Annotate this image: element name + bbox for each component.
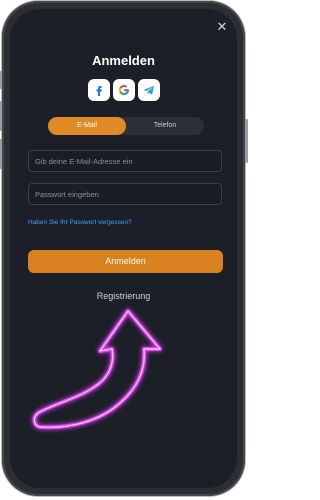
phone-volume-down-button <box>0 139 2 169</box>
phone-power-button <box>245 119 248 163</box>
arrow-annotation-icon <box>32 309 162 430</box>
phone-side-button <box>0 71 2 89</box>
phone-frame: ✕ Anmelden E-Mail Telefon Gib deine E-Ma… <box>0 1 248 496</box>
login-screen: ✕ Anmelden E-Mail Telefon Gib deine E-Ma… <box>10 9 237 488</box>
phone-volume-up-button <box>0 101 2 131</box>
